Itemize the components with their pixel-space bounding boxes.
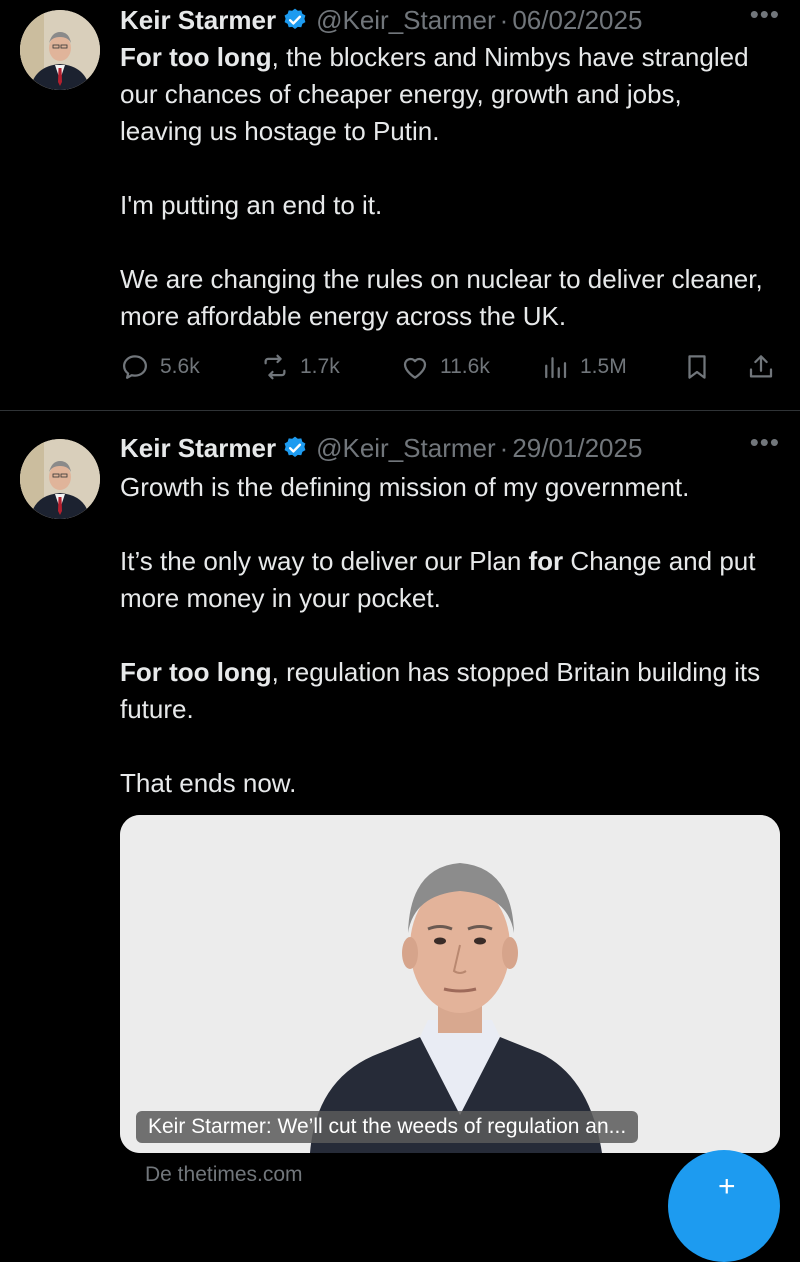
tweet-text: For too long, the blockers and Nimbys ha… (120, 39, 770, 335)
avatar-photo (20, 439, 100, 519)
tweet[interactable]: Keir Starmer @Keir_Starmer · 06/02/2025 … (0, 0, 800, 411)
share-button[interactable] (746, 352, 786, 382)
separator: · (499, 4, 509, 35)
avatar-photo (20, 10, 100, 90)
tweet-text: Growth is the defining mission of my gov… (120, 469, 770, 802)
author-handle[interactable]: @Keir_Starmer (316, 5, 496, 36)
author-handle[interactable]: @Keir_Starmer (316, 433, 496, 464)
views-button[interactable]: 1.5M (540, 352, 627, 382)
views-icon (545, 357, 567, 379)
separator: · (499, 432, 509, 463)
author-name[interactable]: Keir Starmer (120, 5, 276, 36)
compose-button[interactable]: + (668, 1150, 780, 1262)
bold-phrase: for (528, 546, 564, 576)
tweet-date[interactable]: 06/02/2025 (512, 5, 642, 36)
verified-badge-icon (284, 8, 306, 29)
avatar[interactable] (20, 10, 100, 90)
views-count: 1.5M (580, 355, 627, 378)
author-name[interactable]: Keir Starmer (120, 433, 276, 464)
paragraph-text: I'm putting an end to it. (120, 190, 383, 220)
plus-icon: + (718, 1170, 736, 1203)
bookmark-icon (688, 355, 706, 379)
reply-button[interactable]: 5.6k (120, 352, 200, 382)
article-photo (120, 815, 780, 1153)
repost-button[interactable]: 1.7k (260, 352, 340, 382)
link-source[interactable]: De thetimes.com (145, 1163, 303, 1187)
like-count: 11.6k (440, 355, 490, 378)
bookmark-button[interactable] (682, 352, 722, 382)
share-icon (749, 355, 773, 378)
repost-count: 1.7k (300, 355, 340, 378)
verified-badge-icon (284, 436, 306, 457)
tweet[interactable]: Keir Starmer @Keir_Starmer · 29/01/2025 … (0, 411, 800, 1200)
tweet-header: Keir Starmer @Keir_Starmer · 06/02/2025 … (120, 0, 780, 40)
card-caption: Keir Starmer: We’ll cut the weeds of reg… (136, 1111, 639, 1143)
link-preview-card[interactable]: Keir Starmer: We’ll cut the weeds of reg… (120, 815, 780, 1153)
bold-phrase: For too long (120, 657, 272, 687)
tweet-header: Keir Starmer @Keir_Starmer · 29/01/2025 … (120, 428, 780, 468)
more-options-icon[interactable]: ••• (750, 429, 780, 455)
like-button[interactable]: 11.6k (400, 352, 490, 382)
bold-phrase: For too long (120, 42, 272, 72)
reply-icon (123, 355, 147, 379)
more-options-icon[interactable]: ••• (750, 1, 780, 27)
reply-count: 5.6k (160, 355, 200, 378)
paragraph-text: That ends now. (120, 768, 297, 798)
repost-icon (264, 354, 286, 380)
heart-icon (403, 357, 427, 379)
tweet-date[interactable]: 29/01/2025 (512, 433, 642, 464)
paragraph-text: We are changing the rules on nuclear to … (120, 264, 763, 331)
paragraph-text: Growth is the defining mission of my gov… (120, 472, 690, 502)
paragraph-text: It’s the only way to deliver our Plan (120, 546, 529, 576)
avatar[interactable] (20, 439, 100, 519)
action-bar: 5.6k 1.7k 11.6k 1.5M (120, 347, 780, 387)
